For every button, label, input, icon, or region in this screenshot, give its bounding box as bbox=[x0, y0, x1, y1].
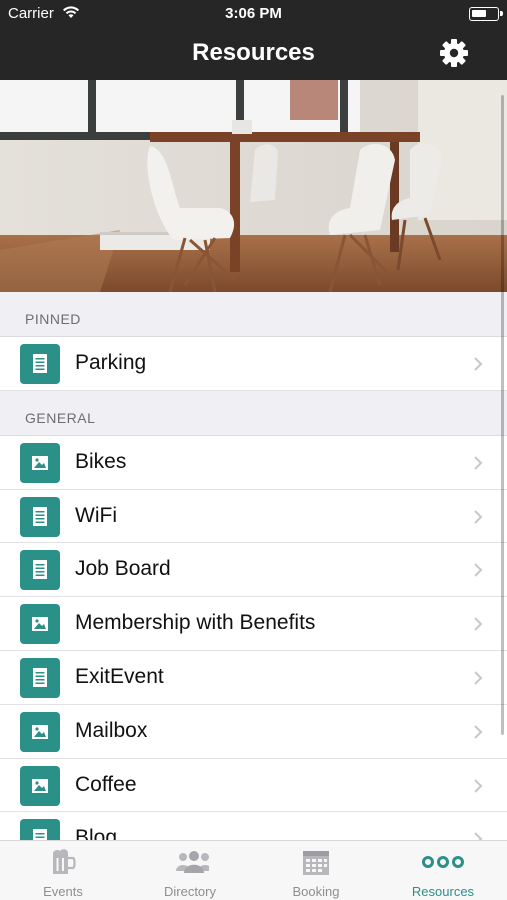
document-icon bbox=[20, 550, 60, 591]
list-item-membership-with-benefits[interactable]: Membership with Benefits bbox=[0, 597, 507, 651]
page-title: Resources bbox=[192, 39, 315, 66]
section-header-general: GENERAL bbox=[0, 390, 507, 436]
chevron-right-icon bbox=[474, 725, 483, 739]
document-icon bbox=[20, 344, 60, 384]
image-icon bbox=[20, 442, 60, 483]
tab-label: Directory bbox=[163, 884, 216, 899]
list-item-label: Blog bbox=[75, 826, 118, 840]
tab-label: Booking bbox=[292, 884, 340, 899]
list-item-exitevent[interactable]: ExitEvent bbox=[0, 650, 507, 705]
tab-resources[interactable]: Resources bbox=[380, 841, 506, 900]
list-item-label: Coffee bbox=[75, 772, 137, 796]
tab-label: Resources bbox=[411, 884, 475, 899]
image-icon bbox=[20, 765, 60, 806]
list-item-mailbox[interactable]: Mailbox bbox=[0, 704, 507, 759]
list-item-label: Bikes bbox=[75, 449, 127, 473]
list-item-wifi[interactable]: WiFi bbox=[0, 489, 507, 544]
list-item-label: ExitEvent bbox=[75, 664, 164, 688]
list-item-label: Mailbox bbox=[75, 718, 148, 742]
list-item-blog[interactable]: Blog bbox=[0, 812, 507, 840]
chevron-right-icon bbox=[474, 357, 483, 371]
gear-icon[interactable] bbox=[439, 38, 469, 68]
chevron-right-icon bbox=[474, 509, 483, 524]
tab-bar: Events Directory Booking Resources bbox=[0, 840, 507, 900]
list-item-parking[interactable]: Parking bbox=[0, 337, 507, 391]
resource-list[interactable]: PINNED Parking GENERAL Bikes WiFi Job Bo… bbox=[0, 292, 507, 840]
people-icon bbox=[176, 851, 209, 873]
calendar-icon bbox=[303, 851, 329, 875]
list-item-job-board[interactable]: Job Board bbox=[0, 543, 507, 598]
image-icon bbox=[20, 711, 60, 752]
tab-events[interactable]: Events bbox=[0, 841, 126, 900]
clock: 3:06 PM bbox=[225, 5, 282, 22]
chevron-right-icon bbox=[474, 617, 483, 631]
list-item-label: Parking bbox=[75, 351, 147, 374]
document-icon bbox=[20, 496, 60, 537]
list-item-bikes[interactable]: Bikes bbox=[0, 435, 507, 490]
navigation-bar: Resources bbox=[0, 28, 507, 80]
tab-label: Events bbox=[43, 884, 83, 899]
chevron-right-icon bbox=[474, 832, 483, 840]
document-icon bbox=[20, 657, 60, 698]
battery-icon bbox=[469, 7, 503, 21]
list-item-coffee[interactable]: Coffee bbox=[0, 758, 507, 813]
document-icon bbox=[20, 819, 60, 840]
section-header-pinned: PINNED bbox=[0, 292, 507, 337]
tab-booking[interactable]: Booking bbox=[253, 841, 379, 900]
list-item-label: Membership with Benefits bbox=[75, 611, 316, 635]
more-dots-icon bbox=[422, 856, 464, 868]
list-item-label: WiFi bbox=[75, 503, 117, 527]
scrollbar[interactable] bbox=[501, 95, 504, 735]
hero-image bbox=[0, 80, 507, 292]
tab-directory[interactable]: Directory bbox=[127, 841, 253, 900]
chevron-right-icon bbox=[474, 456, 483, 470]
chevron-right-icon bbox=[474, 671, 483, 685]
chevron-right-icon bbox=[474, 563, 483, 578]
chevron-right-icon bbox=[474, 778, 483, 793]
list-item-label: Job Board bbox=[75, 557, 171, 581]
beer-mug-icon bbox=[53, 849, 76, 874]
image-icon bbox=[20, 604, 60, 645]
status-bar: Carrier 3:06 PM bbox=[0, 0, 507, 28]
